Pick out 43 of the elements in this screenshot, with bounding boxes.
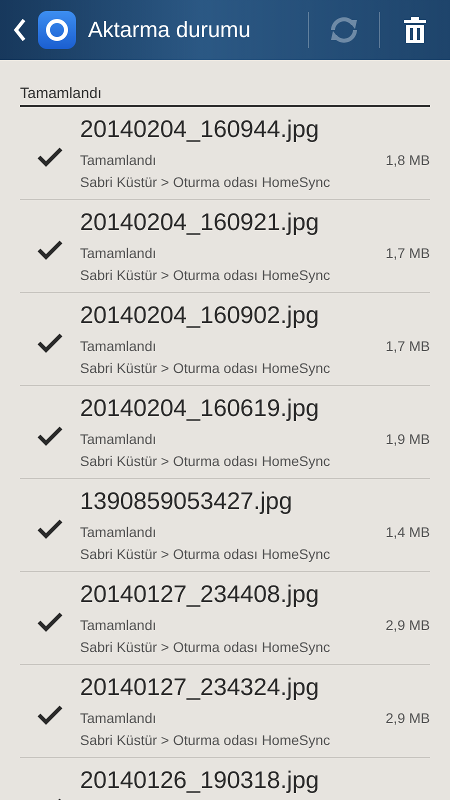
transfer-status: Tamamlandı: [80, 616, 156, 634]
file-name: 20140127_234408.jpg: [80, 580, 320, 610]
back-icon: [13, 18, 27, 42]
transfer-route: Sabri Küstür > Oturma odası HomeSync: [80, 173, 332, 191]
transfer-row[interactable]: 20140204_160944.jpg Tamamlandı 1,8 MB Sabri Küstür > Oturma odası HomeSync: [20, 107, 430, 200]
transfer-row[interactable]: 20140126_190318.jpg: [20, 758, 430, 800]
file-size: 2,9 MB: [386, 616, 430, 634]
file-name: 20140126_190318.jpg: [80, 766, 320, 796]
file-name: 20140204_160944.jpg: [80, 115, 320, 145]
transfer-status: Tamamlandı: [80, 523, 156, 541]
transfer-status: Tamamlandı: [80, 709, 156, 727]
file-size: 2,9 MB: [386, 709, 430, 727]
file-size: 1,4 MB: [386, 523, 430, 541]
transfer-row[interactable]: 20140204_160921.jpg Tamamlandı 1,7 MB Sabri Küstür > Oturma odası HomeSync: [20, 200, 430, 293]
transfer-status: Tamamlandı: [80, 430, 156, 448]
file-size: 1,9 MB: [386, 430, 430, 448]
section-title: Tamamlandı: [20, 85, 102, 102]
file-name: 20140127_234324.jpg: [80, 673, 320, 703]
file-name: 20140204_160619.jpg: [80, 394, 320, 424]
transfer-row[interactable]: 20140204_160619.jpg Tamamlandı 1,9 MB Sabri Küstür > Oturma odası HomeSync: [20, 386, 430, 479]
file-name: 1390859053427.jpg: [80, 487, 294, 517]
transfer-status: Tamamlandı: [80, 244, 156, 262]
file-name: 20140204_160921.jpg: [80, 208, 320, 238]
file-size: 1,8 MB: [386, 151, 430, 169]
transfer-route: Sabri Küstür > Oturma odası HomeSync: [80, 545, 332, 563]
screen-title: Aktarma durumu: [88, 17, 252, 43]
trash-icon: [404, 17, 426, 43]
transfer-row[interactable]: 1390859053427.jpg Tamamlandı 1,4 MB Sabri Küstür > Oturma odası HomeSync: [20, 479, 430, 572]
file-size: 1,7 MB: [386, 337, 430, 355]
refresh-icon: [328, 16, 360, 44]
file-size: 1,7 MB: [386, 244, 430, 262]
file-name: 20140204_160902.jpg: [80, 301, 320, 331]
transfer-route: Sabri Küstür > Oturma odası HomeSync: [80, 359, 332, 377]
transfer-route: Sabri Küstür > Oturma odası HomeSync: [80, 266, 332, 284]
transfer-row[interactable]: 20140127_234408.jpg Tamamlandı 2,9 MB Sabri Küstür > Oturma odası HomeSync: [20, 572, 430, 665]
transfer-route: Sabri Küstür > Oturma odası HomeSync: [80, 638, 332, 656]
transfer-status: Tamamlandı: [80, 337, 156, 355]
transfer-row[interactable]: 20140204_160902.jpg Tamamlandı 1,7 MB Sabri Küstür > Oturma odası HomeSync: [20, 293, 430, 386]
app-icon: [38, 11, 76, 49]
transfer-route: Sabri Küstür > Oturma odası HomeSync: [80, 452, 332, 470]
transfer-route: Sabri Küstür > Oturma odası HomeSync: [80, 731, 332, 749]
transfer-status: Tamamlandı: [80, 151, 156, 169]
transfer-row[interactable]: 20140127_234324.jpg Tamamlandı 2,9 MB Sabri Küstür > Oturma odası HomeSync: [20, 665, 430, 758]
